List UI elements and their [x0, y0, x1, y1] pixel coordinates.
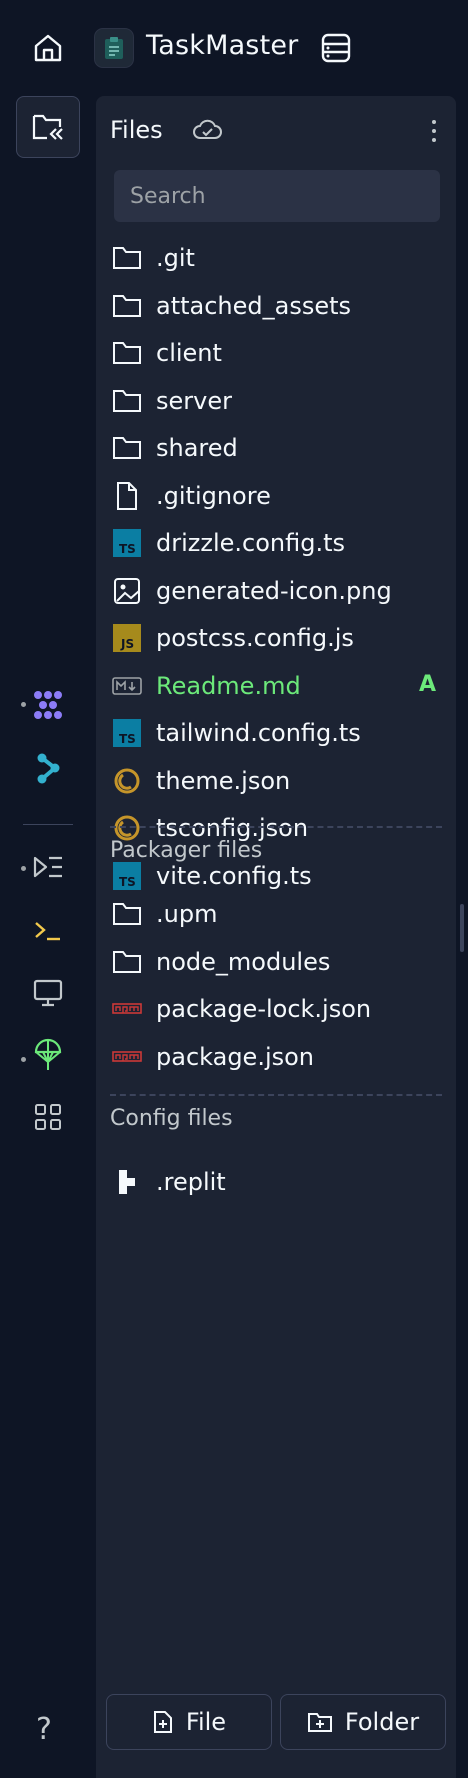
files-pane-button[interactable] — [16, 96, 80, 158]
help-icon[interactable]: ? — [36, 1712, 52, 1747]
file-name: Readme.md — [156, 671, 301, 700]
file-tree-item[interactable]: package.json — [96, 1033, 456, 1081]
file-name: .upm — [156, 900, 218, 928]
svg-text:TS: TS — [119, 542, 136, 556]
file-icon — [112, 481, 142, 511]
deployments-button[interactable] — [16, 1024, 80, 1086]
new-file-button[interactable]: File — [106, 1694, 272, 1750]
npm-icon — [112, 994, 142, 1024]
assistant-icon — [37, 753, 60, 784]
markdown-icon — [112, 671, 142, 701]
cloud-check-icon — [192, 118, 222, 146]
agent-icon — [34, 691, 62, 719]
file-tree-item[interactable]: TS tailwind.config.ts — [96, 709, 456, 757]
files-panel-header: Files — [110, 112, 450, 152]
new-folder-button[interactable]: Folder — [280, 1694, 446, 1750]
search-input[interactable] — [114, 170, 440, 222]
left-rail — [0, 96, 96, 1778]
file-tree-item[interactable]: shared — [96, 424, 456, 472]
file-name: .git — [156, 244, 195, 272]
typescript-icon: TS — [112, 528, 142, 558]
packager-files-label: Packager files — [110, 838, 263, 863]
file-tree-item[interactable]: node_modules — [96, 938, 456, 986]
all-tools-icon — [35, 1104, 61, 1130]
file-name: vite.config.ts — [156, 861, 312, 890]
assistant-button[interactable] — [16, 738, 80, 800]
file-name: theme.json — [156, 766, 291, 795]
file-name: shared — [156, 434, 238, 462]
home-icon[interactable] — [30, 30, 66, 66]
folder-icon — [112, 243, 142, 273]
file-tree-item[interactable]: theme.json — [96, 757, 456, 805]
panel-title: Files — [110, 116, 163, 144]
file-tree-item[interactable]: attached_assets — [96, 282, 456, 330]
folder-icon — [112, 899, 142, 929]
new-folder-label: Folder — [344, 1708, 420, 1736]
shell-button[interactable] — [16, 900, 80, 962]
file-name: server — [156, 386, 232, 415]
section-divider — [110, 826, 442, 828]
file-name: postcss.config.js — [156, 624, 354, 652]
file-name: attached_assets — [156, 291, 352, 320]
svg-text:JS: JS — [120, 637, 134, 651]
typescript-icon: TS — [112, 861, 142, 891]
webview-button[interactable] — [16, 962, 80, 1024]
replit-icon — [112, 1167, 142, 1197]
file-name: node_modules — [156, 947, 331, 976]
folder-icon — [112, 338, 142, 368]
svg-text:TS: TS — [119, 732, 136, 746]
file-name: tailwind.config.ts — [156, 719, 361, 747]
javascript-icon: JS — [112, 623, 142, 653]
webview-icon — [33, 979, 63, 1007]
file-tree-item[interactable]: TS drizzle.config.ts — [96, 519, 456, 567]
file-name: package-lock.json — [156, 995, 372, 1023]
new-file-icon — [153, 1711, 172, 1733]
top-bar: TaskMaster — [0, 0, 468, 96]
npm-icon — [112, 1042, 142, 1072]
deployments-icon — [34, 1038, 62, 1070]
file-name: package.json — [156, 1042, 315, 1071]
file-tree-item[interactable]: .replit — [96, 1158, 456, 1206]
file-tree-item[interactable]: server — [96, 377, 456, 425]
svg-text:TS: TS — [119, 875, 136, 889]
image-icon — [112, 576, 142, 606]
more-options-icon[interactable] — [422, 116, 446, 146]
file-name: .gitignore — [156, 481, 271, 510]
config-files-label: Config files — [110, 1106, 233, 1131]
section-divider — [110, 1094, 442, 1096]
file-tree-item[interactable]: .upm — [96, 890, 456, 938]
workflows-icon — [33, 856, 62, 878]
new-file-label: File — [185, 1708, 227, 1736]
all-tools-button[interactable] — [16, 1086, 80, 1148]
scrollbar-thumb[interactable] — [460, 904, 464, 952]
file-tree-item[interactable]: JS postcss.config.js — [96, 614, 456, 662]
folder-icon — [112, 386, 142, 416]
folder-icon — [112, 947, 142, 977]
rail-divider — [23, 824, 73, 825]
folder-icon — [112, 291, 142, 321]
shell-icon — [35, 922, 60, 941]
git-status-badge: A — [418, 671, 436, 697]
new-folder-icon — [307, 1713, 332, 1732]
file-tree-item[interactable]: .git — [96, 234, 456, 282]
typescript-icon: TS — [112, 718, 142, 748]
file-name: generated-icon.png — [156, 576, 392, 605]
files-panel: Files .git attached_assetsclient server sha… — [96, 96, 456, 1778]
app-logo[interactable] — [94, 28, 134, 68]
toggle-pane-icon[interactable] — [318, 30, 354, 66]
folder-icon — [112, 433, 142, 463]
json-icon — [112, 766, 142, 796]
file-tree-item[interactable]: client — [96, 329, 456, 377]
agent-button[interactable] — [16, 674, 80, 736]
folder-collapse-icon — [32, 114, 63, 140]
file-tree-item[interactable]: .gitignore — [96, 472, 456, 520]
file-name: drizzle.config.ts — [156, 529, 346, 557]
workflows-button[interactable] — [16, 836, 80, 898]
file-tree-item[interactable]: package-lock.json — [96, 985, 456, 1033]
file-tree-item[interactable]: Readme.md A — [96, 662, 456, 710]
file-tree-item[interactable]: generated-icon.png — [96, 567, 456, 615]
app-title[interactable]: TaskMaster — [146, 30, 298, 61]
file-name: client — [156, 339, 222, 367]
file-name: .replit — [156, 1168, 226, 1196]
